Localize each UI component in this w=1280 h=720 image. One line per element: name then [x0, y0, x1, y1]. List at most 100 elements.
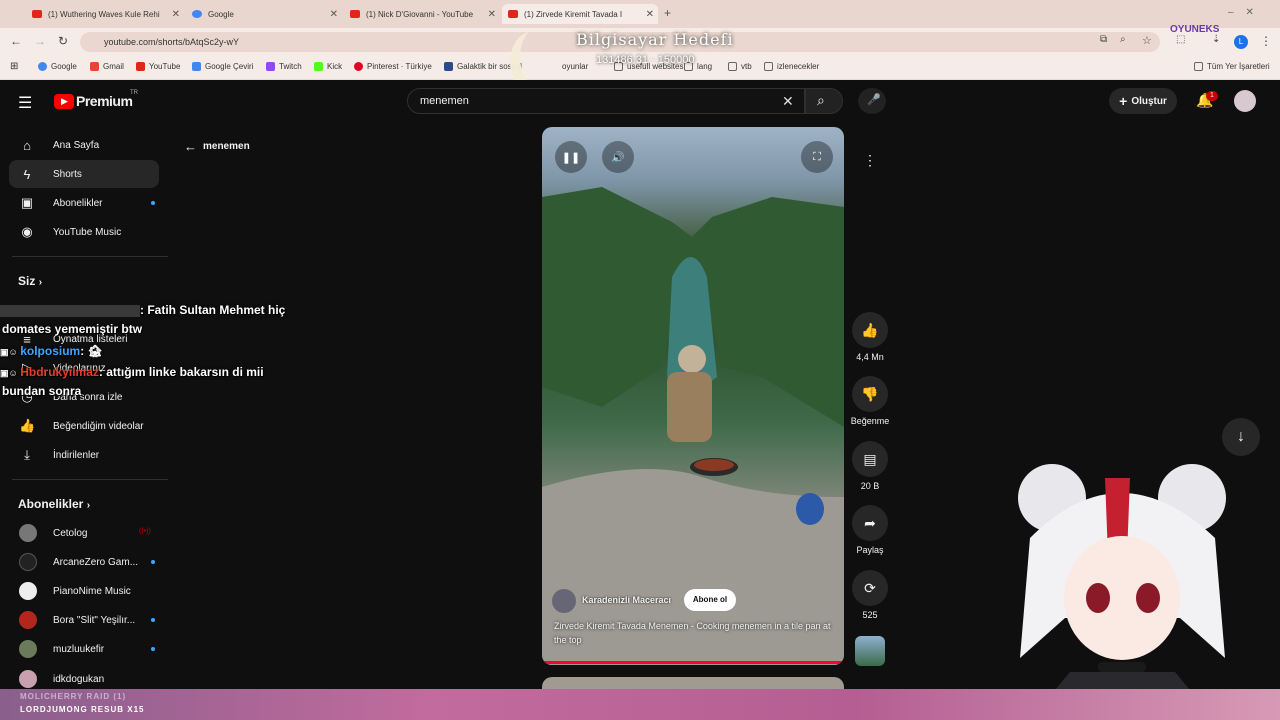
- chat-username: kolposium: [20, 344, 81, 358]
- zoom-icon[interactable]: ⌕: [1120, 34, 1126, 45]
- extensions-icon[interactable]: ⬚: [1176, 34, 1185, 45]
- sidebar-item-liked[interactable]: 👍 Beğendiğim videolar: [9, 412, 159, 440]
- clear-search-icon[interactable]: ✕: [782, 93, 794, 110]
- like-button[interactable]: 👍 4,4 Mn: [852, 312, 888, 362]
- bookmark-translate[interactable]: Google Çeviri: [192, 62, 253, 71]
- create-button[interactable]: + Oluştur: [1109, 88, 1177, 114]
- share-button[interactable]: ➦ Paylaş: [852, 505, 888, 555]
- sidebar-item-downloads[interactable]: ⤓ İndirilenler: [9, 441, 159, 469]
- subscription-bora-slit[interactable]: Bora "Slit" Yeşilır...: [9, 606, 159, 634]
- search-input[interactable]: menemen: [420, 95, 469, 107]
- new-tab-icon[interactable]: +: [664, 6, 671, 20]
- translate-icon: [192, 62, 201, 71]
- back-to-search-link[interactable]: ← menemen: [184, 139, 250, 154]
- voice-search-button[interactable]: 🎤: [858, 88, 886, 114]
- close-tab-icon[interactable]: ✕: [330, 9, 338, 20]
- subscribe-button[interactable]: Abone ol: [684, 589, 736, 611]
- face: [1064, 536, 1180, 660]
- chat-message: : attığım linke bakarsın di mii: [98, 365, 264, 379]
- channel-label: Cetolog: [53, 527, 88, 539]
- sidebar-item-subscriptions[interactable]: ▣ Abonelikler: [9, 189, 159, 217]
- user-avatar[interactable]: [1234, 90, 1256, 112]
- arrow-down-icon: ↓: [1237, 428, 1245, 445]
- bookmark-izlenecekler[interactable]: izlenecekler: [764, 62, 819, 71]
- browser-tab-1[interactable]: (1) Wuthering Waves Kule Rehi ✕: [26, 4, 184, 24]
- chat-username: Hbdrukyılmaz: [20, 365, 99, 379]
- bookmark-google[interactable]: Google: [38, 62, 77, 71]
- browser-tab-3[interactable]: (1) Nick D'Giovanni - YouTube ✕: [344, 4, 500, 24]
- bookmark-vtb[interactable]: vtb: [728, 62, 752, 71]
- sidebar-item-home[interactable]: ⌂ Ana Sayfa: [9, 131, 159, 159]
- remix-button[interactable]: ⟳ 525: [852, 570, 888, 620]
- channel-name[interactable]: Karadenizli Maceracı: [582, 595, 671, 605]
- subscription-pianonime[interactable]: PianoNime Music: [9, 577, 159, 605]
- subscription-cetolog[interactable]: Cetolog ((•)): [9, 519, 159, 547]
- pause-button[interactable]: ❚❚: [555, 141, 587, 173]
- short-title[interactable]: Zirvede Kiremit Tavada Menemen - Cooking…: [554, 619, 839, 647]
- tab-label: Google: [208, 9, 234, 19]
- channel-avatar: [19, 670, 37, 688]
- screenshot-icon[interactable]: ⧉: [1100, 34, 1107, 45]
- window-controls[interactable]: –✕: [1228, 7, 1266, 18]
- bookmark-star-icon[interactable]: ☆: [1142, 34, 1152, 47]
- sidebar-item-shorts[interactable]: ϟ Shorts: [9, 160, 159, 188]
- sound-thumbnail[interactable]: [855, 636, 885, 666]
- youtube-logo-icon[interactable]: ▶: [54, 94, 74, 109]
- chat-line-1: : Fatih Sultan Mehmet hiç: [0, 303, 285, 317]
- apps-icon[interactable]: ⊞: [10, 61, 18, 72]
- bookmark-oyunlar[interactable]: oyunlar: [562, 62, 588, 71]
- bookmark-gmail[interactable]: Gmail: [90, 62, 124, 71]
- channel-label: muzluukefir: [53, 643, 105, 655]
- close-tab-icon[interactable]: ✕: [488, 9, 496, 20]
- comments-button[interactable]: ▤ 20 B: [852, 441, 888, 491]
- new-content-dot: [151, 201, 155, 205]
- bookmark-label: Tüm Yer İşaretleri: [1207, 62, 1270, 71]
- browser-tab-4[interactable]: (1) Zirvede Kiremit Tavada I ✕: [502, 4, 658, 24]
- profile-avatar[interactable]: L: [1234, 35, 1248, 49]
- search-button[interactable]: ⌕: [805, 88, 843, 114]
- volume-button[interactable]: 🔊: [602, 141, 634, 173]
- bookmark-label: Galaktik bir sosyal: [457, 62, 522, 71]
- tab-label: (1) Zirvede Kiremit Tavada I: [524, 9, 623, 19]
- chat-line-2: domates yememiştir btw: [2, 322, 142, 336]
- close-tab-icon[interactable]: ✕: [646, 9, 654, 20]
- progress-track[interactable]: [542, 661, 844, 664]
- bookmark-youtube[interactable]: YouTube: [136, 62, 180, 71]
- sidebar-item-music[interactable]: ◉ YouTube Music: [9, 218, 159, 246]
- menu-icon[interactable]: ⋮: [1260, 34, 1272, 48]
- chat-message: bundan sonra: [2, 384, 82, 398]
- fullscreen-button[interactable]: ⛶: [801, 141, 833, 173]
- forward-icon[interactable]: →: [34, 34, 46, 48]
- browser-tab-2[interactable]: Google ✕: [186, 4, 342, 24]
- choker: [1098, 662, 1146, 672]
- bookmark-galaktik[interactable]: Galaktik bir sosyal: [444, 62, 522, 71]
- new-content-dot: [151, 560, 155, 564]
- more-options-button[interactable]: ⋮: [852, 142, 888, 182]
- chevron-right-icon: ›: [38, 277, 43, 288]
- subscriptions-section-title[interactable]: Abonelikler ›: [18, 497, 90, 511]
- dislike-button[interactable]: 👎 Beğenme: [846, 376, 894, 426]
- downloads-icon[interactable]: ⇣: [1212, 34, 1220, 45]
- sidebar-item-label: İndirilenler: [53, 449, 100, 461]
- bookmark-kick[interactable]: Kick: [314, 62, 342, 71]
- bookmark-twitch[interactable]: Twitch: [266, 62, 302, 71]
- subscription-arcanezero[interactable]: ArcaneZero Gam...: [9, 548, 159, 576]
- reload-icon[interactable]: ↻: [58, 34, 68, 48]
- bookmark-label: YouTube: [149, 62, 181, 71]
- next-short-button[interactable]: ↓: [1222, 418, 1260, 456]
- stream-alert-bar: MOLICHERRY RAID (1) LORDJUMONG RESUB X15: [0, 689, 1280, 720]
- back-icon[interactable]: ←: [10, 34, 22, 48]
- short-video-player[interactable]: ❚❚ 🔊 ⛶ Karadenizli Maceracı Abone ol Zir…: [542, 127, 844, 665]
- bookmark-pinterest[interactable]: Pinterest · Türkiye: [354, 62, 432, 71]
- close-tab-icon[interactable]: ✕: [172, 9, 180, 20]
- search-box[interactable]: menemen ✕: [407, 88, 805, 114]
- remix-icon: ⟳: [852, 570, 888, 606]
- bookmark-all[interactable]: Tüm Yer İşaretleri: [1194, 62, 1270, 71]
- premium-logo[interactable]: Premium: [76, 93, 133, 109]
- notification-count-badge: 1: [1206, 91, 1218, 101]
- tab-label: (1) Nick D'Giovanni - YouTube: [366, 9, 474, 19]
- channel-avatar[interactable]: [552, 589, 576, 613]
- hamburger-menu-icon[interactable]: ☰: [18, 93, 32, 113]
- subscription-muzluukefir[interactable]: muzluukefir: [9, 635, 159, 663]
- you-section-title[interactable]: Siz ›: [18, 274, 42, 288]
